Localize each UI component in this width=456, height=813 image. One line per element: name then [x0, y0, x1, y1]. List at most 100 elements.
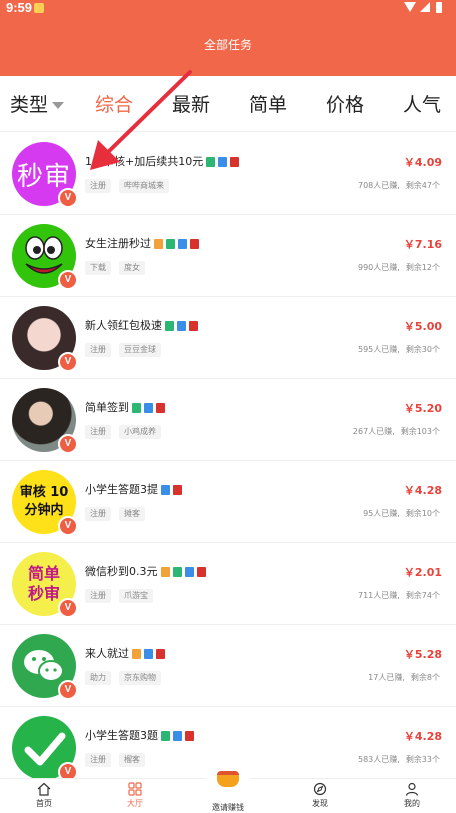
tag-icon	[189, 321, 198, 331]
nav-profile-label: 我的	[404, 799, 420, 808]
tag-icon	[161, 731, 170, 741]
task-title-text: 微信秒到0.3元	[85, 565, 158, 578]
task-price: ￥4.09	[403, 156, 442, 169]
done-count: 95人已赚,	[363, 509, 400, 518]
compass-icon	[313, 782, 327, 796]
task-row[interactable]: 秒审 V 1分审核+加后续共10元 ￥4.09 注册 哔哔商城来 708人已赚,…	[0, 133, 456, 215]
task-stats: 583人已赚, 剩余33个	[352, 753, 440, 767]
nav-hall-label: 大厅	[127, 799, 143, 808]
tag-icon	[185, 731, 194, 741]
nav-discover-label: 发现	[312, 799, 328, 808]
verified-badge-icon: V	[58, 434, 78, 454]
app-chip: 度女	[119, 261, 145, 275]
caret-down-icon	[52, 102, 65, 109]
tag-icon	[156, 403, 165, 413]
task-row[interactable]: V 新人领红包极速 ￥5.00 注册 豆豆金球 595人已赚, 剩余30个	[0, 297, 456, 379]
page-title: 全部任务	[203, 38, 252, 52]
nav-discover[interactable]: 发现	[290, 782, 350, 809]
category-chip: 注册	[85, 589, 111, 603]
tab-popular[interactable]: 人气	[403, 90, 441, 117]
remaining-count: 剩余30个	[405, 345, 440, 354]
task-title: 小学生答题3题	[85, 727, 194, 743]
task-price: ￥5.28	[403, 648, 442, 661]
tag-icon	[196, 567, 206, 577]
done-count: 595人已赚,	[358, 345, 400, 354]
app-chip: 榴客	[119, 753, 145, 767]
tag-icon	[144, 403, 153, 413]
grid-icon	[128, 782, 142, 796]
task-row[interactable]: V 女生注册秒过 ￥7.16 下载 度女 990人已赚, 剩余12个	[0, 215, 456, 297]
remaining-count: 剩余10个	[405, 509, 440, 518]
nav-home[interactable]: 首页	[14, 782, 74, 809]
remaining-count: 剩余12个	[405, 263, 440, 272]
user-icon	[405, 782, 419, 796]
task-price: ￥4.28	[403, 730, 442, 743]
filter-tabs: 类型 综合 最新 简单 价格 人气	[0, 76, 456, 132]
done-count: 708人已赚,	[358, 181, 400, 190]
header-bar: 9:59 全部任务	[0, 0, 456, 76]
task-title: 小学生答题3提	[85, 481, 182, 497]
app-chip: 京东购物	[119, 671, 161, 685]
task-price: ￥5.00	[403, 320, 442, 333]
verified-badge-icon: V	[58, 680, 78, 700]
category-chip: 助力	[85, 671, 111, 685]
verified-badge-icon: V	[58, 352, 78, 372]
task-price: ￥4.28	[403, 484, 442, 497]
tag-icon	[230, 157, 240, 167]
app-chip: 哔哔商城来	[119, 179, 169, 193]
task-stats: 711人已赚, 剩余74个	[352, 589, 440, 603]
task-title-text: 简单签到	[85, 401, 129, 414]
tag-icon	[165, 321, 174, 331]
task-stats: 95人已赚, 剩余10个	[357, 507, 440, 521]
task-title: 简单签到	[85, 399, 165, 415]
tab-newest[interactable]: 最新	[172, 90, 210, 117]
tab-type[interactable]: 类型	[10, 90, 65, 117]
task-title: 新人领红包极速	[85, 317, 198, 333]
tag-icon	[156, 649, 165, 659]
bottom-nav: 首页 大厅 邀请赚钱 发现 我的	[0, 765, 456, 813]
category-chip: 注册	[85, 343, 111, 357]
tag-icon	[172, 567, 182, 577]
remaining-count: 剩余8个	[410, 673, 440, 682]
task-price: ￥7.16	[403, 238, 442, 251]
tab-overall[interactable]: 综合	[95, 90, 133, 117]
task-title-text: 来人就过	[85, 647, 129, 660]
nav-invite-label[interactable]: 邀请赚钱	[196, 802, 260, 813]
status-bar: 9:59	[0, 0, 456, 18]
nav-home-label: 首页	[36, 799, 52, 808]
task-title: 来人就过	[85, 645, 165, 661]
task-title-text: 1分审核+加后续共10元	[85, 155, 204, 168]
task-row[interactable]: 审核 10分钟内 V 小学生答题3提 ￥4.28 注册 摊客 95人已赚, 剩余1…	[0, 461, 456, 543]
tag-icon	[178, 239, 187, 249]
tag-icon	[173, 731, 182, 741]
tag-icon	[206, 157, 216, 167]
tag-icon	[177, 321, 186, 331]
category-chip: 注册	[85, 425, 111, 439]
remaining-count: 剩余33个	[405, 755, 440, 764]
home-icon	[37, 782, 51, 796]
tag-icon	[144, 649, 153, 659]
tag-icon	[190, 239, 199, 249]
app-chip: 豆豆金球	[119, 343, 161, 357]
tag-icon	[218, 157, 228, 167]
task-stats: 708人已赚, 剩余47个	[352, 179, 440, 193]
emoji-icon	[160, 567, 170, 577]
tab-price[interactable]: 价格	[326, 90, 364, 117]
task-row[interactable]: 简单 秒审 V 微信秒到0.3元 ￥2.01 注册 爪游宝 711人已赚, 剩余7…	[0, 543, 456, 625]
category-chip: 下载	[85, 261, 111, 275]
tab-type-label: 类型	[10, 94, 49, 116]
tag-icon	[184, 567, 194, 577]
tab-simple[interactable]: 简单	[249, 90, 287, 117]
tag-icon	[132, 403, 141, 413]
app-chip: 小鸡成养	[119, 425, 161, 439]
status-icons	[404, 2, 446, 14]
task-title: 女生注册秒过	[85, 235, 199, 251]
nav-hall[interactable]: 大厅	[105, 782, 165, 809]
task-row[interactable]: V 简单签到 ￥5.20 注册 小鸡成养 267人已赚, 剩余103个	[0, 379, 456, 461]
task-row[interactable]: V 来人就过 ￥5.28 助力 京东购物 17人已赚, 剩余8个	[0, 625, 456, 707]
task-title-text: 小学生答题3提	[85, 483, 158, 496]
remaining-count: 剩余47个	[405, 181, 440, 190]
signal-icon	[420, 2, 430, 12]
tag-icon	[173, 485, 182, 495]
nav-profile[interactable]: 我的	[382, 782, 442, 809]
